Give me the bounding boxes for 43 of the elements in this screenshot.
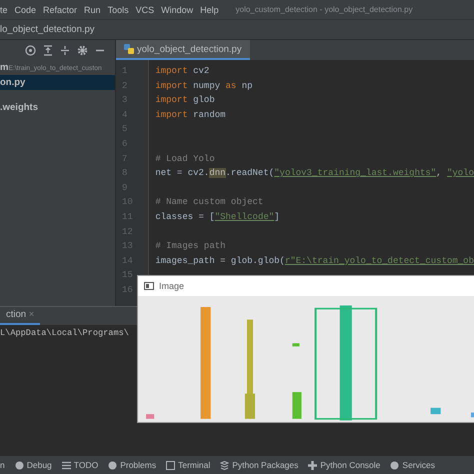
tool-window-button[interactable]: Terminal [166, 460, 210, 470]
code-line: import cv2 [155, 66, 210, 76]
run-tab[interactable]: ction × [0, 307, 40, 325]
target-icon[interactable] [25, 44, 36, 56]
menu-item[interactable]: Help [200, 4, 219, 14]
console-output: L\AppData\Local\Programs\ [0, 327, 130, 340]
code-line: # Load Yolo [155, 154, 215, 164]
editor-tab[interactable]: yolo_object_detection.py [116, 40, 250, 60]
tool-window-button[interactable]: Services [390, 460, 435, 470]
menu-item[interactable]: Refactor [43, 4, 78, 14]
code-line: net = cv2.dnn.readNet("yolov3_training_last.weights", "yolo [155, 168, 474, 178]
tool-window-button[interactable]: n [0, 460, 5, 470]
project-item[interactable]: .weights [0, 100, 115, 115]
tool-window-button[interactable]: TODO [62, 460, 98, 470]
code-line: # Name custom object [155, 197, 264, 208]
menu-item[interactable]: Tools [108, 4, 129, 14]
tool-window-button[interactable]: Problems [108, 460, 156, 470]
code-line: # Images path [155, 241, 226, 252]
code-line: images_path = glob.glob(r"E:\train_yolo_to_detect_custom_ob [155, 256, 474, 266]
tool-window-button[interactable]: Python Console [308, 460, 380, 470]
window-title: Image [159, 281, 184, 291]
menu-item[interactable]: te [0, 4, 8, 14]
window-icon [144, 282, 154, 290]
packages-icon [220, 460, 230, 470]
list-icon [62, 460, 71, 470]
python-file-icon [124, 44, 134, 54]
project-item[interactable]: on.py [0, 75, 115, 90]
tool-window-button[interactable]: Debug [14, 460, 52, 470]
settings-icon[interactable] [77, 44, 88, 56]
menu-item[interactable]: Code [14, 4, 36, 14]
code-line: import random [155, 110, 226, 120]
window-title: yolo_custom_detection - yolo_object_detection.py [236, 5, 413, 14]
expand-icon[interactable] [43, 44, 53, 56]
menu-item[interactable]: VCS [136, 4, 154, 14]
terminal-icon [166, 460, 176, 470]
menu-item[interactable]: Window [161, 4, 194, 14]
collapse-icon[interactable] [60, 44, 70, 56]
breadcrumb[interactable]: lo_object_detection.py [0, 24, 95, 35]
code-line: import glob [155, 95, 215, 106]
code-line: import numpy as np [155, 80, 253, 91]
tool-window-button[interactable]: Python Packages [220, 460, 298, 470]
menu-item[interactable]: Run [84, 4, 101, 14]
code-line: classes = ["Shellcode"] [155, 212, 280, 222]
